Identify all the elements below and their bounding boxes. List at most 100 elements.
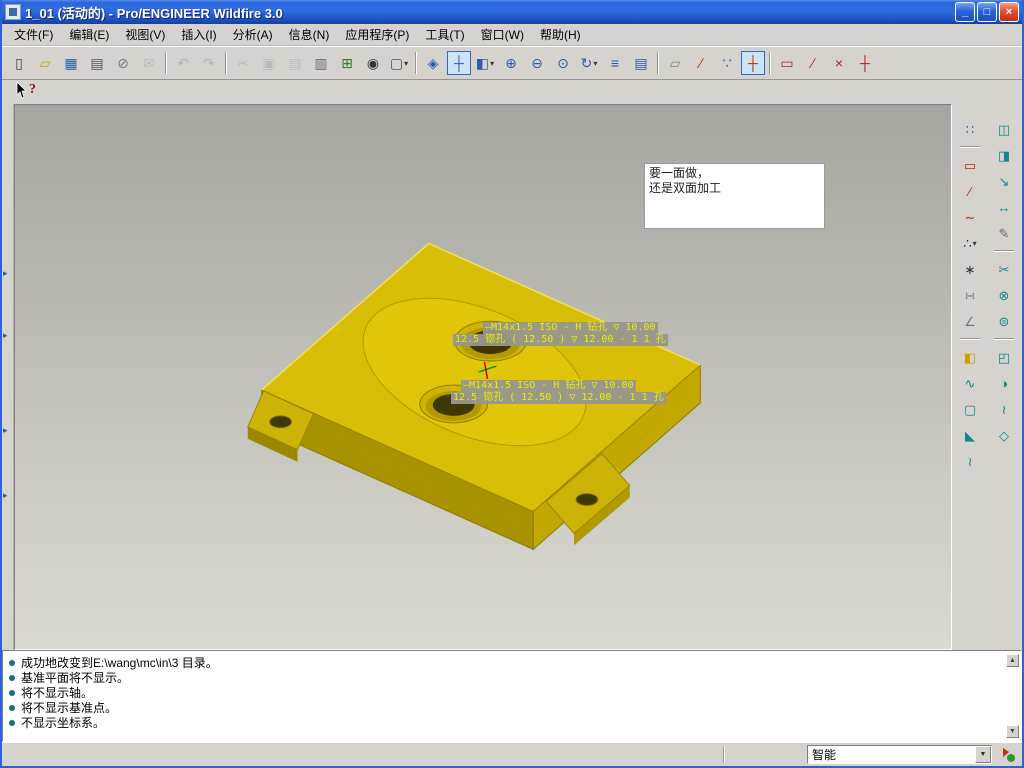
scale-tool[interactable]: ↔	[992, 196, 1016, 218]
zoom-in-button[interactable]: ⊕	[499, 51, 523, 75]
spin-center-toggle[interactable]: ┼	[447, 51, 471, 75]
message-bullet-icon	[9, 674, 15, 681]
selection-filter-dropdown-button[interactable]: ▼	[975, 746, 991, 763]
paste-special-button[interactable]: ▥	[309, 51, 333, 75]
toolbar-separator	[415, 52, 417, 74]
annotation-tool[interactable]: ✎	[992, 222, 1016, 244]
create-datum-axis-button[interactable]: ∕	[801, 51, 825, 75]
menu-help[interactable]: 帮助(H)	[532, 23, 589, 46]
datum-point-icon: ∴	[963, 235, 972, 251]
datum-curve-tool[interactable]: ∼	[958, 206, 982, 228]
redo-button[interactable]: ↷	[197, 51, 221, 75]
graphics-area[interactable]: 要一面做， 还是双面加工 —M14x1.5 ISO - H 钻孔 ▽ 10.00…	[14, 104, 952, 650]
menu-applications[interactable]: 应用程序(P)	[337, 23, 417, 46]
panel-expand-arrow[interactable]: ▸	[3, 490, 8, 500]
repaint-button[interactable]: ◈	[421, 51, 445, 75]
blend-tool[interactable]: ◇	[992, 424, 1016, 446]
menu-insert[interactable]: 插入(I)	[173, 23, 224, 46]
menu-info[interactable]: 信息(N)	[281, 23, 338, 46]
cut-button[interactable]: ✂	[231, 51, 255, 75]
layer-tool[interactable]: ◧	[958, 346, 982, 368]
sweep-tool[interactable]: ≀	[992, 398, 1016, 420]
message-scroll-up-button[interactable]: ▲	[1006, 654, 1019, 667]
slot-hole-bottom[interactable]	[575, 493, 599, 507]
extrude-tool[interactable]: ◰	[992, 346, 1016, 368]
save-file-button[interactable]: ▦	[59, 51, 83, 75]
layers-button[interactable]: ≡	[603, 51, 627, 75]
measure-tool[interactable]: ∠	[958, 310, 982, 332]
print-button[interactable]: ▤	[85, 51, 109, 75]
message-line: 将不显示轴。	[9, 685, 1001, 700]
zoom-out-button[interactable]: ⊖	[525, 51, 549, 75]
selection-filter-combo[interactable]: 智能 ▼	[807, 745, 992, 764]
minimize-button[interactable]: _	[955, 2, 975, 22]
select-special-tool[interactable]: ∷	[958, 118, 982, 140]
open-file-button[interactable]: ▱	[33, 51, 57, 75]
datum-csys-tool[interactable]: ∗	[958, 258, 982, 280]
menu-tools[interactable]: 工具(T)	[417, 23, 472, 46]
menu-edit[interactable]: 编辑(E)	[61, 23, 117, 46]
refit-button[interactable]: ⊙	[551, 51, 575, 75]
revolve-tool[interactable]: ◑	[992, 372, 1016, 394]
datum-csys-toggle[interactable]: ┼	[741, 51, 765, 75]
dropdown-caret-icon[interactable]: ▾	[973, 239, 977, 248]
reorient-button[interactable]: ↻ ▾	[577, 51, 601, 75]
regenerate-button[interactable]: ⊞	[335, 51, 359, 75]
datum-axis-tool[interactable]: ∕	[958, 180, 982, 202]
reference-tool[interactable]: ∺	[958, 284, 982, 306]
title-bar: 1_01 (活动的) - Pro/ENGINEER Wildfire 3.0 _…	[2, 0, 1022, 24]
intersect-tool[interactable]: ⊗	[992, 284, 1016, 306]
new-file-icon: ▯	[15, 55, 23, 71]
dropdown-caret-icon[interactable]: ▾	[404, 59, 408, 68]
datum-points-toggle[interactable]: ∵	[715, 51, 739, 75]
panel-expand-arrow[interactable]: ▸	[3, 330, 8, 340]
datum-planes-toggle[interactable]: ▱	[663, 51, 687, 75]
menu-file[interactable]: 文件(F)	[6, 23, 61, 46]
copy-button[interactable]: ▣	[257, 51, 281, 75]
saved-views-button[interactable]: ◧ ▾	[473, 51, 497, 75]
panel-expand-arrow[interactable]: ▸	[3, 268, 8, 278]
hole-callout-2-line-1[interactable]: —M14x1.5 ISO - H 钻孔 ▽ 10.00	[461, 380, 636, 392]
flag-annotation-tool[interactable]: ◣	[958, 424, 982, 446]
message-scroll-down-button[interactable]: ▼	[1006, 725, 1019, 738]
slot-hole-left[interactable]	[269, 415, 293, 429]
mirror-tool[interactable]: ◨	[992, 144, 1016, 166]
create-datum-csys-button[interactable]: ┼	[853, 51, 877, 75]
erase-display-button[interactable]: ⊘	[111, 51, 135, 75]
view-manager-button[interactable]: ▤	[629, 51, 653, 75]
datum-axes-toggle[interactable]: ∕	[689, 51, 713, 75]
graph-tool[interactable]: ∿	[958, 372, 982, 394]
hole-callout-2-line-2[interactable]: 12.5 锪孔 ( 12.50 ) ▽ 12.00 - 1 1 孔	[451, 392, 666, 404]
offset-tool[interactable]: ⊜	[992, 310, 1016, 332]
trim-tool[interactable]: ✂	[992, 258, 1016, 280]
move-tool[interactable]: ↘	[992, 170, 1016, 192]
send-email-button[interactable]: ✉	[137, 51, 161, 75]
close-button[interactable]: ×	[999, 2, 1019, 22]
panel-expand-arrow[interactable]: ▸	[3, 425, 8, 435]
copy-geometry-tool[interactable]: ◫	[992, 118, 1016, 140]
dropdown-caret-icon[interactable]: ▾	[593, 59, 597, 68]
dropdown-caret-icon[interactable]: ▾	[490, 59, 494, 68]
find-button[interactable]: ◉	[361, 51, 385, 75]
curve-edit-tool[interactable]: ≀	[958, 450, 982, 472]
create-datum-point-button[interactable]: ×	[827, 51, 851, 75]
message-area: 成功地改变到E:\wang\mc\in\3 目录。 基准平面将不显示。 将不显示轴。…	[2, 650, 1022, 742]
menu-view[interactable]: 视图(V)	[117, 23, 173, 46]
sketch-tool[interactable]: ▢	[958, 398, 982, 420]
status-spare-box	[731, 746, 801, 764]
maximize-button[interactable]: □	[977, 2, 997, 22]
hole-callout-1-line-1[interactable]: —M14x1.5 ISO - H 钻孔 ▽ 10.00	[483, 322, 658, 334]
new-file-button[interactable]: ▯	[7, 51, 31, 75]
datum-plane-tool[interactable]: ▭	[958, 154, 982, 176]
paste-button[interactable]: ▤	[283, 51, 307, 75]
hole-callout-1-line-2[interactable]: 12.5 锪孔 ( 12.50 ) ▽ 12.00 - 1 1 孔	[453, 334, 668, 346]
create-datum-plane-button[interactable]: ▭	[775, 51, 799, 75]
select-box-button[interactable]: ▢ ▾	[387, 51, 411, 75]
menu-window[interactable]: 窗口(W)	[473, 23, 532, 46]
datum-point-tool[interactable]: ∴ ▾	[958, 232, 982, 254]
selection-buffer-button[interactable]	[998, 746, 1018, 764]
note-annotation[interactable]: 要一面做， 还是双面加工	[644, 163, 825, 229]
datum-points-icon: ∵	[722, 55, 732, 71]
menu-analysis[interactable]: 分析(A)	[225, 23, 281, 46]
undo-button[interactable]: ↶	[171, 51, 195, 75]
